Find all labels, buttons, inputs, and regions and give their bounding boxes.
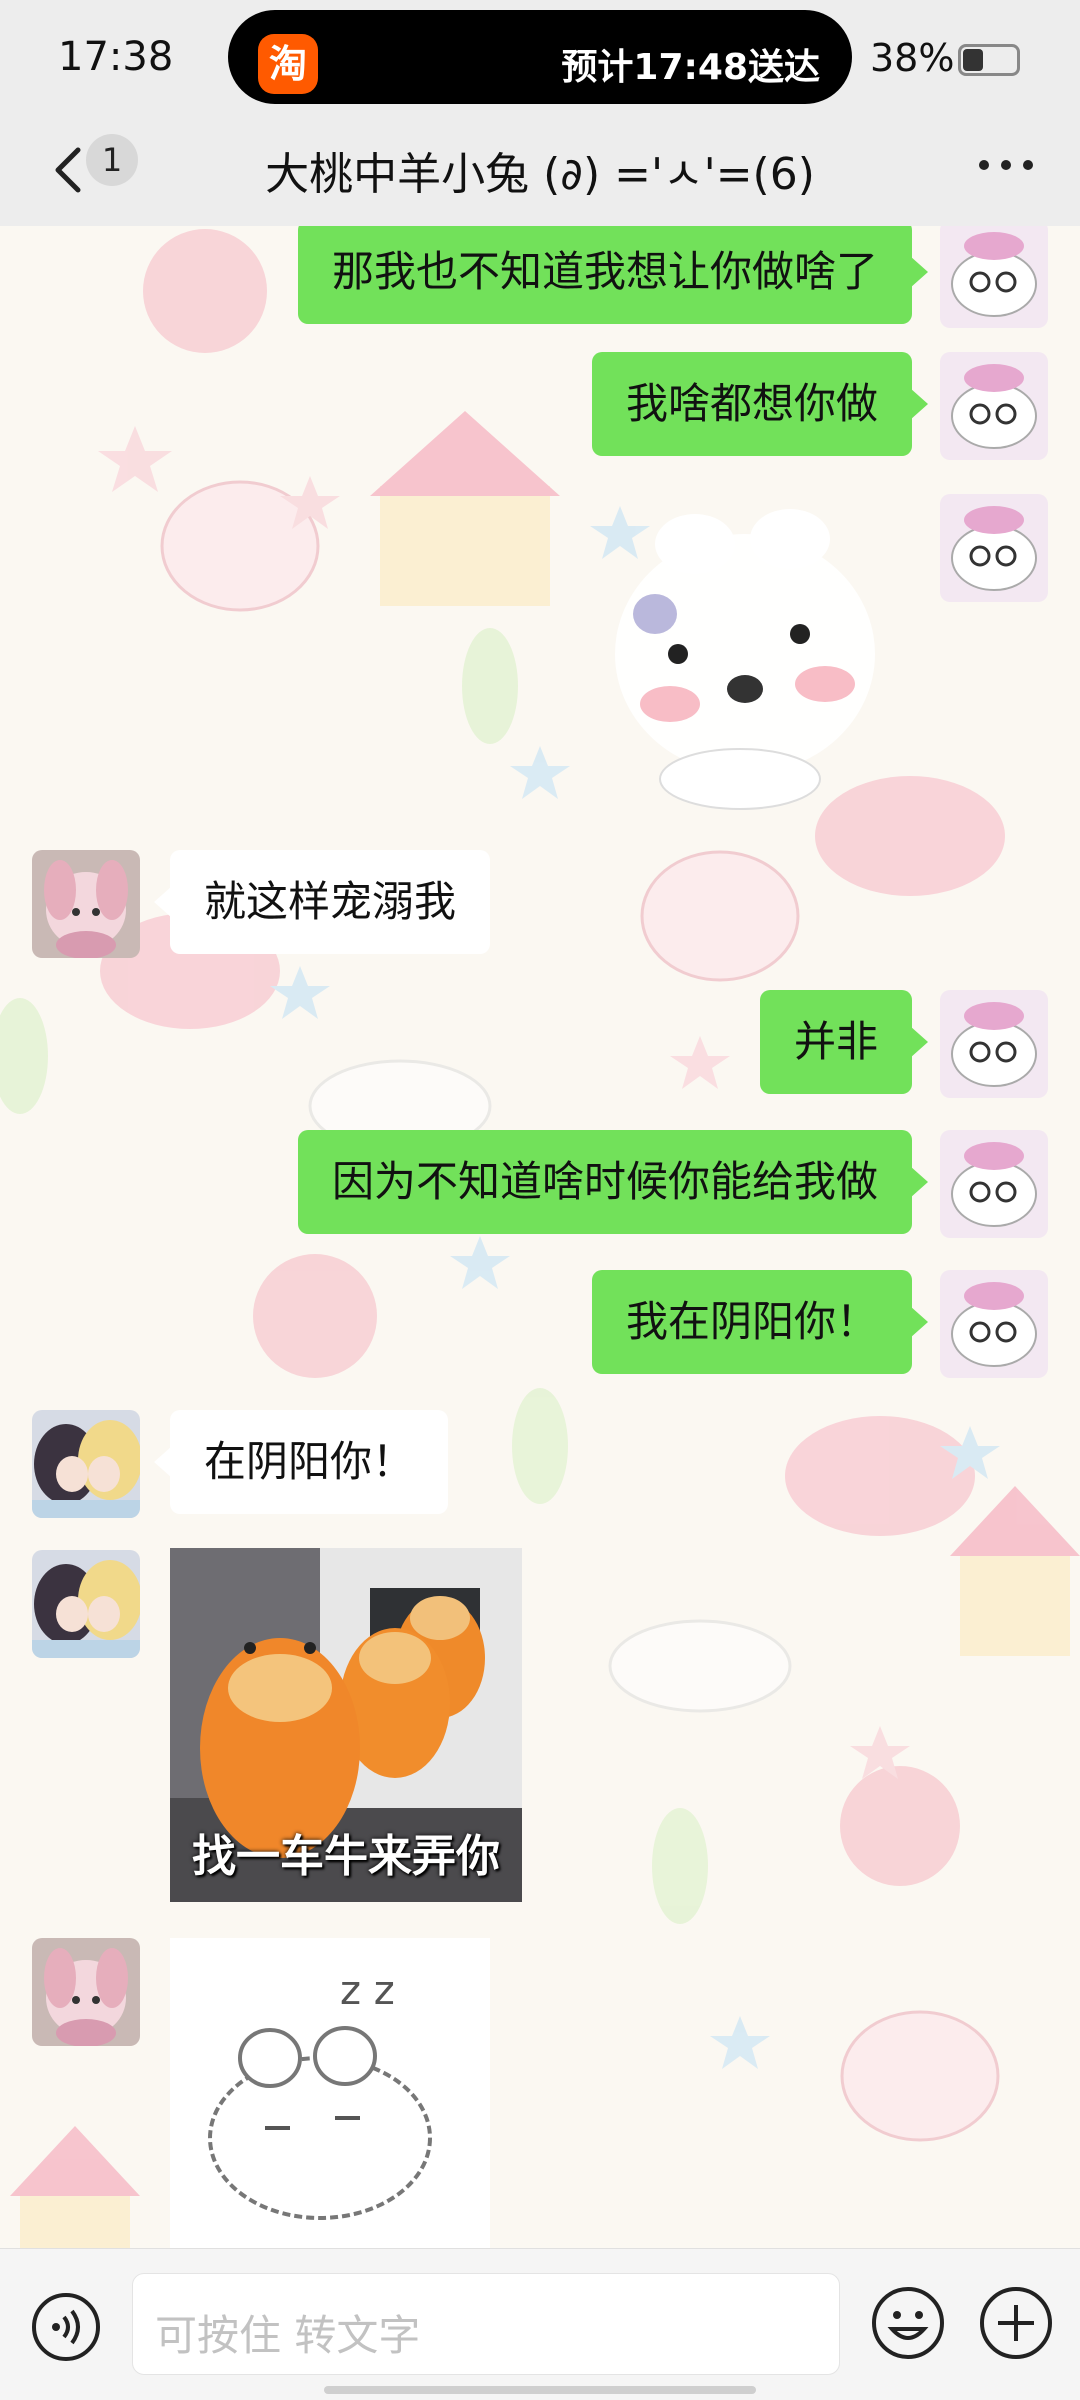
message-bubble-incoming[interactable]: 在阴阳你！	[153, 1410, 449, 1514]
plus-icon[interactable]	[978, 2285, 1054, 2361]
battery-percent: 38%	[870, 36, 955, 80]
input-placeholder: 可按住 转文字	[155, 2311, 421, 2360]
delivery-eta-text: 预计17:48送达	[561, 47, 820, 88]
my-avatar[interactable]	[940, 226, 1048, 328]
taobao-app-icon: 淘	[258, 34, 318, 94]
message-bubble-incoming[interactable]: 就这样宠溺我	[153, 850, 491, 954]
contact-avatar[interactable]	[32, 1550, 140, 1658]
my-avatar[interactable]	[940, 494, 1048, 602]
more-dots-icon[interactable]	[976, 158, 1036, 172]
message-input[interactable]: 可按住 转文字	[132, 2273, 840, 2375]
emoji-icon[interactable]	[870, 2285, 946, 2361]
battery-icon	[958, 44, 1020, 76]
message-bubble-outgoing[interactable]: 那我也不知道我想让你做啥了	[297, 226, 929, 324]
my-avatar[interactable]	[940, 1130, 1048, 1238]
status-bar: 17:38 淘 预计17:48送达 38%	[0, 0, 1080, 118]
white-bunny-sticker[interactable]	[600, 494, 890, 814]
contact-avatar[interactable]	[32, 1410, 140, 1518]
dynamic-island[interactable]: 淘 预计17:48送达	[228, 10, 852, 104]
my-avatar[interactable]	[940, 990, 1048, 1098]
home-indicator[interactable]	[324, 2386, 756, 2394]
contact-avatar[interactable]	[32, 850, 140, 958]
input-bar: 可按住 转文字	[0, 2248, 1080, 2400]
message-bubble-outgoing[interactable]: 因为不知道啥时候你能给我做	[297, 1130, 929, 1234]
message-bubble-outgoing[interactable]: 我啥都想你做	[591, 352, 929, 456]
my-avatar[interactable]	[940, 352, 1048, 460]
voice-icon[interactable]	[30, 2291, 102, 2363]
status-time: 17:38	[58, 34, 174, 80]
meme-caption: 找一车牛来弄你	[192, 1831, 500, 1882]
my-avatar[interactable]	[940, 1270, 1048, 1378]
contact-avatar[interactable]	[32, 1938, 140, 2046]
sleeping-bunny-sticker[interactable]: z z	[170, 1938, 490, 2248]
chat-title: 大桃中羊小兔 (∂) ='ㅅ'=(6)	[265, 149, 815, 200]
wallpaper-pattern	[0, 229, 1080, 2248]
message-bubble-outgoing[interactable]: 我在阴阳你！	[591, 1270, 929, 1374]
message-bubble-outgoing[interactable]: 并非	[759, 990, 929, 1094]
chat-message-area[interactable]: 那我也不知道我想让你做啥了 我啥都想你做 就这样宠溺我 并非 因为不知道啥时候你…	[0, 226, 1080, 2248]
meme-image-message[interactable]: 找一车牛来弄你	[170, 1548, 522, 1902]
